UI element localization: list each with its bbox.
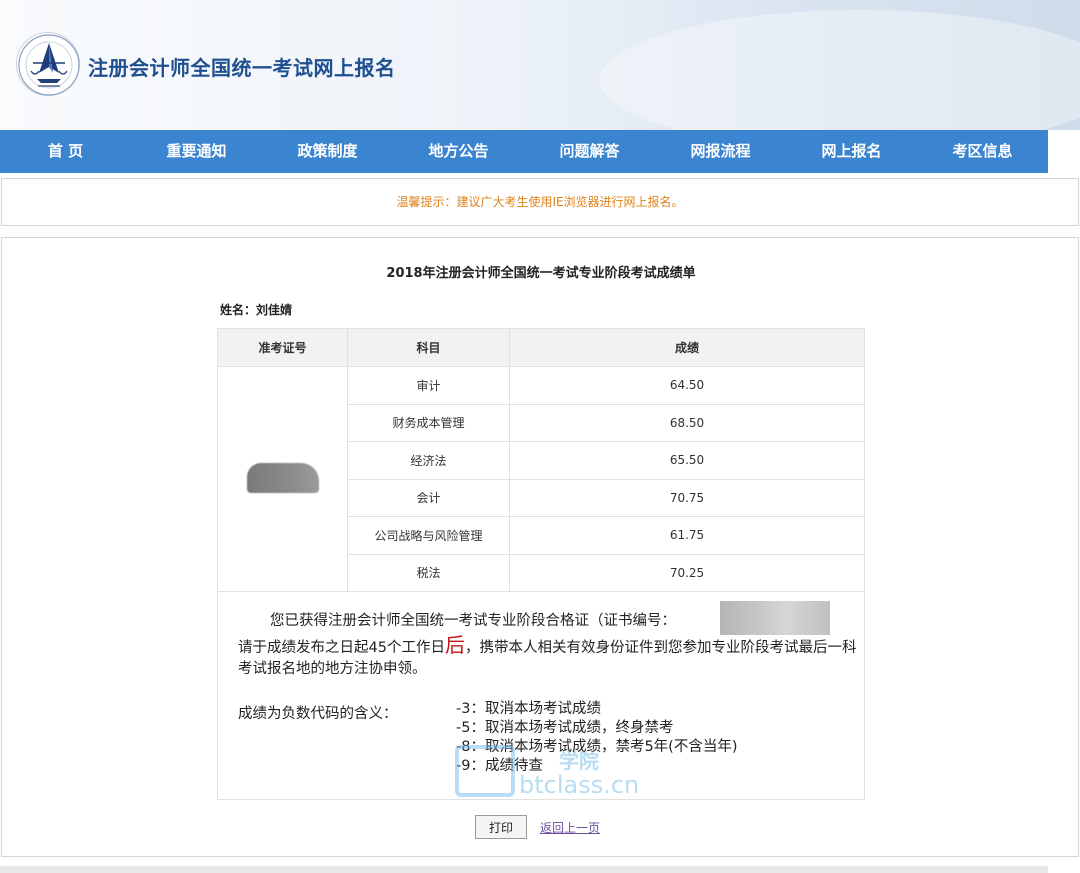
nav-item-exam-area[interactable]: 考区信息 bbox=[917, 130, 1048, 173]
code-item: -5：取消本场考试成绩，终身禁考 bbox=[456, 720, 674, 736]
score-cell: 61.75 bbox=[509, 516, 865, 555]
watermark-domain: btclass.cn bbox=[519, 771, 640, 799]
cicpa-emblem-icon[interactable] bbox=[16, 32, 80, 96]
footer-strip bbox=[0, 866, 1048, 873]
browser-notice: 温馨提示：建议广大考生使用IE浏览器进行网上报名。 bbox=[1, 178, 1079, 226]
nav-item-process[interactable]: 网报流程 bbox=[655, 130, 786, 173]
score-table: 准考证号 科目 成绩 审计 64.50 财务成本管理 68.50 经济法 65.… bbox=[217, 328, 865, 592]
admission-number-redacted bbox=[217, 366, 348, 592]
subject-cell: 财务成本管理 bbox=[347, 403, 510, 442]
subject-cell: 会计 bbox=[347, 478, 510, 517]
score-cell: 68.50 bbox=[509, 403, 865, 442]
candidate-name: 姓名：刘佳婧 bbox=[220, 303, 293, 317]
negative-codes-label: 成绩为负数代码的含义： bbox=[238, 706, 398, 722]
nav-item-home[interactable]: 首 页 bbox=[0, 130, 131, 173]
site-title: 注册会计师全国统一考试网上报名 bbox=[88, 56, 396, 80]
certificate-info: 您已获得注册会计师全国统一考试专业阶段合格证（证书编号： 请于成绩发布之日起45… bbox=[217, 591, 865, 800]
table-row: 审计 64.50 bbox=[217, 366, 865, 592]
site-header: 注册会计师全国统一考试网上报名 bbox=[0, 0, 1080, 130]
collection-emphasis: 后 bbox=[444, 633, 465, 657]
table-header-row: 准考证号 科目 成绩 bbox=[217, 328, 865, 367]
code-item: -3：取消本场考试成绩 bbox=[456, 701, 601, 717]
score-cell: 70.25 bbox=[509, 553, 865, 592]
back-link[interactable]: 返回上一页 bbox=[540, 819, 600, 836]
header-score: 成绩 bbox=[509, 328, 865, 367]
collection-text-start: 请于成绩发布之日起45个工作日 bbox=[238, 640, 445, 656]
subject-cell: 税法 bbox=[347, 553, 510, 592]
nav-item-policy[interactable]: 政策制度 bbox=[262, 130, 393, 173]
nav-item-notices[interactable]: 重要通知 bbox=[131, 130, 262, 173]
report-title: 2018年注册会计师全国统一考试专业阶段考试成绩单 bbox=[386, 266, 696, 281]
nav-item-registration[interactable]: 网上报名 bbox=[786, 130, 917, 173]
subject-cell: 审计 bbox=[347, 366, 510, 405]
book-icon bbox=[455, 745, 515, 797]
certificate-number-redacted bbox=[720, 601, 830, 635]
certificate-text: 您已获得注册会计师全国统一考试专业阶段合格证（证书编号： bbox=[270, 613, 676, 629]
subject-cell: 经济法 bbox=[347, 441, 510, 480]
header-admission-number: 准考证号 bbox=[217, 328, 348, 367]
score-cell: 70.75 bbox=[509, 478, 865, 517]
redaction-blur bbox=[246, 462, 319, 493]
subject-cell: 公司战略与风险管理 bbox=[347, 516, 510, 555]
watermark-top-text: 学院 bbox=[559, 749, 599, 773]
collection-instructions: 请于成绩发布之日起45个工作日后，携带本人相关有效身份证件到您参加专业阶段考试最… bbox=[238, 635, 858, 680]
header-decoration bbox=[600, 10, 1080, 130]
header-subject: 科目 bbox=[347, 328, 510, 367]
btclass-watermark: 学院 btclass.cn bbox=[455, 745, 639, 799]
score-cell: 64.50 bbox=[509, 366, 865, 405]
nav-item-faq[interactable]: 问题解答 bbox=[524, 130, 655, 173]
nav-item-local-announcements[interactable]: 地方公告 bbox=[393, 130, 524, 173]
score-cell: 65.50 bbox=[509, 441, 865, 480]
print-button[interactable]: 打印 bbox=[475, 815, 527, 839]
main-nav: 首 页 重要通知 政策制度 地方公告 问题解答 网报流程 网上报名 考区信息 bbox=[0, 130, 1048, 173]
